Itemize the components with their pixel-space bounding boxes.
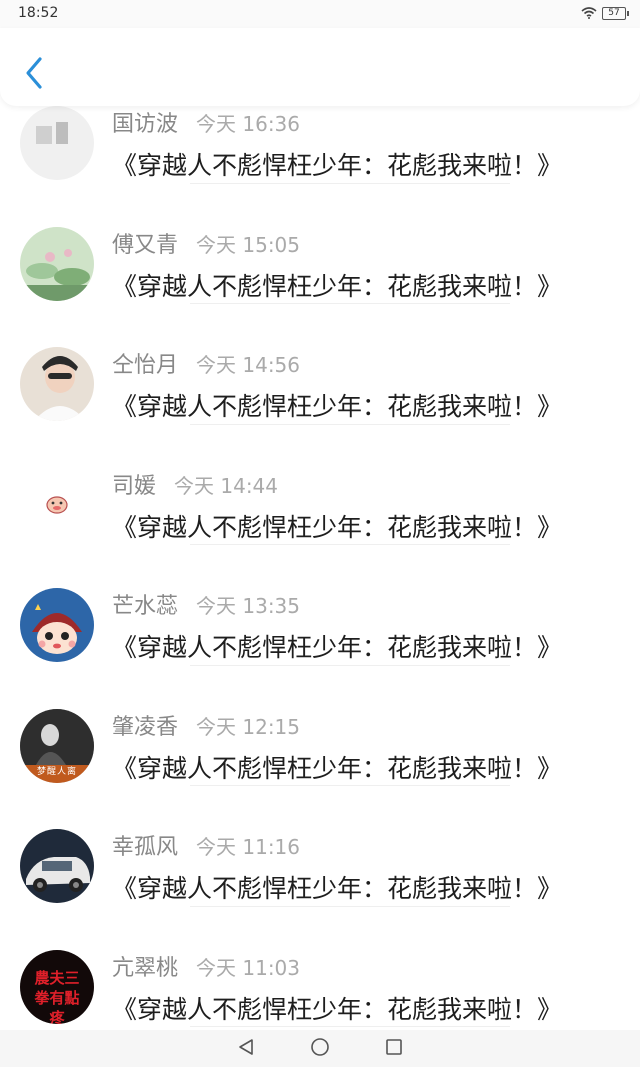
row-divider bbox=[190, 1026, 510, 1027]
message-row[interactable]: 梦醒人离 肇凌香 今天 12:15 《穿越人不彪悍枉少年：花彪我来啦！》 bbox=[0, 665, 640, 786]
message-text[interactable]: 《穿越人不彪悍枉少年：花彪我来啦！》 bbox=[112, 749, 562, 785]
message-text[interactable]: 《穿越人不彪悍枉少年：花彪我来啦！》 bbox=[112, 869, 562, 905]
sender-name[interactable]: 仝怡月 bbox=[112, 353, 178, 378]
message-list: 国访波 今天 16:36 《穿越人不彪悍枉少年：花彪我来啦！》 傅又青 今天 15:05… bbox=[0, 62, 640, 1027]
message-row[interactable]: 傅又青 今天 15:05 《穿越人不彪悍枉少年：花彪我来啦！》 bbox=[0, 183, 640, 304]
chevron-left-icon bbox=[20, 57, 50, 96]
header-bar bbox=[0, 28, 640, 106]
sender-name[interactable]: 亢翠桃 bbox=[112, 956, 178, 981]
avatar[interactable]: 梦醒人离 bbox=[20, 708, 94, 783]
back-button[interactable] bbox=[20, 54, 50, 92]
message-time: 今天 14:56 bbox=[196, 353, 301, 377]
sender-name[interactable]: 司媛 bbox=[112, 474, 156, 499]
avatar[interactable] bbox=[20, 829, 94, 903]
sender-name[interactable]: 芒水蕊 bbox=[112, 594, 178, 619]
nav-recents-button[interactable] bbox=[383, 1038, 405, 1060]
battery-icon: 57 bbox=[602, 6, 629, 20]
back-triangle-icon bbox=[237, 1038, 255, 1060]
sender-name[interactable]: 幸孤风 bbox=[112, 835, 178, 860]
nav-home-button[interactable] bbox=[309, 1037, 331, 1061]
avatar-caption: 農夫三拳有點疼 bbox=[34, 968, 80, 1024]
message-meta: 芒水蕊 今天 13:35 bbox=[112, 588, 300, 620]
message-meta: 肇凌香 今天 12:15 bbox=[112, 709, 300, 741]
avatar[interactable]: 農夫三拳有點疼 bbox=[20, 949, 94, 1024]
message-text[interactable]: 《穿越人不彪悍枉少年：花彪我来啦！》 bbox=[112, 508, 562, 544]
message-time: 今天 16:36 bbox=[196, 112, 301, 136]
message-text[interactable]: 《穿越人不彪悍枉少年：花彪我来啦！》 bbox=[112, 267, 562, 303]
message-meta: 幸孤风 今天 11:16 bbox=[112, 829, 300, 861]
avatar[interactable] bbox=[20, 347, 94, 421]
avatar[interactable] bbox=[20, 226, 94, 301]
message-row[interactable]: 司媛 今天 14:44 《穿越人不彪悍枉少年：花彪我来啦！》 bbox=[0, 424, 640, 545]
message-meta: 司媛 今天 14:44 bbox=[112, 468, 278, 500]
recents-square-icon bbox=[385, 1038, 403, 1060]
message-time: 今天 11:16 bbox=[196, 835, 301, 859]
sender-name[interactable]: 国访波 bbox=[112, 112, 178, 137]
message-text[interactable]: 《穿越人不彪悍枉少年：花彪我来啦！》 bbox=[112, 990, 562, 1026]
home-circle-icon bbox=[310, 1037, 330, 1061]
avatar[interactable] bbox=[20, 588, 94, 662]
message-text[interactable]: 《穿越人不彪悍枉少年：花彪我来啦！》 bbox=[112, 628, 562, 664]
message-row[interactable]: 農夫三拳有點疼 亢翠桃 今天 11:03 《穿越人不彪悍枉少年：花彪我来啦！》 bbox=[0, 906, 640, 1027]
avatar[interactable] bbox=[20, 467, 94, 542]
message-meta: 傅又青 今天 15:05 bbox=[112, 227, 300, 259]
message-meta: 国访波 今天 16:36 bbox=[112, 106, 300, 138]
nav-back-button[interactable] bbox=[235, 1038, 257, 1060]
message-time: 今天 11:03 bbox=[196, 955, 301, 980]
message-time: 今天 15:05 bbox=[196, 232, 301, 257]
status-time: 18:52 bbox=[18, 5, 59, 21]
message-row[interactable]: 仝怡月 今天 14:56 《穿越人不彪悍枉少年：花彪我来啦！》 bbox=[0, 303, 640, 425]
message-text[interactable]: 《穿越人不彪悍枉少年：花彪我来啦！》 bbox=[112, 387, 562, 423]
message-time: 今天 12:15 bbox=[196, 714, 301, 739]
message-time: 今天 13:35 bbox=[196, 594, 301, 618]
status-bar: 18:52 57 bbox=[0, 0, 640, 28]
avatar-caption: 梦醒人离 bbox=[36, 766, 77, 777]
avatar[interactable] bbox=[20, 106, 94, 180]
sender-name[interactable]: 傅又青 bbox=[112, 233, 178, 258]
status-icons: 57 bbox=[581, 4, 629, 23]
message-meta: 仝怡月 今天 14:56 bbox=[112, 347, 300, 379]
message-text[interactable]: 《穿越人不彪悍枉少年：花彪我来啦！》 bbox=[112, 146, 562, 182]
message-meta: 亢翠桃 今天 11:03 bbox=[112, 950, 300, 982]
message-row[interactable]: 幸孤风 今天 11:16 《穿越人不彪悍枉少年：花彪我来啦！》 bbox=[0, 785, 640, 907]
message-time: 今天 14:44 bbox=[174, 473, 279, 498]
sender-name[interactable]: 肇凌香 bbox=[112, 715, 178, 740]
message-row[interactable]: 芒水蕊 今天 13:35 《穿越人不彪悍枉少年：花彪我来啦！》 bbox=[0, 544, 640, 666]
wifi-icon bbox=[581, 4, 597, 23]
system-nav-bar bbox=[0, 1030, 640, 1067]
